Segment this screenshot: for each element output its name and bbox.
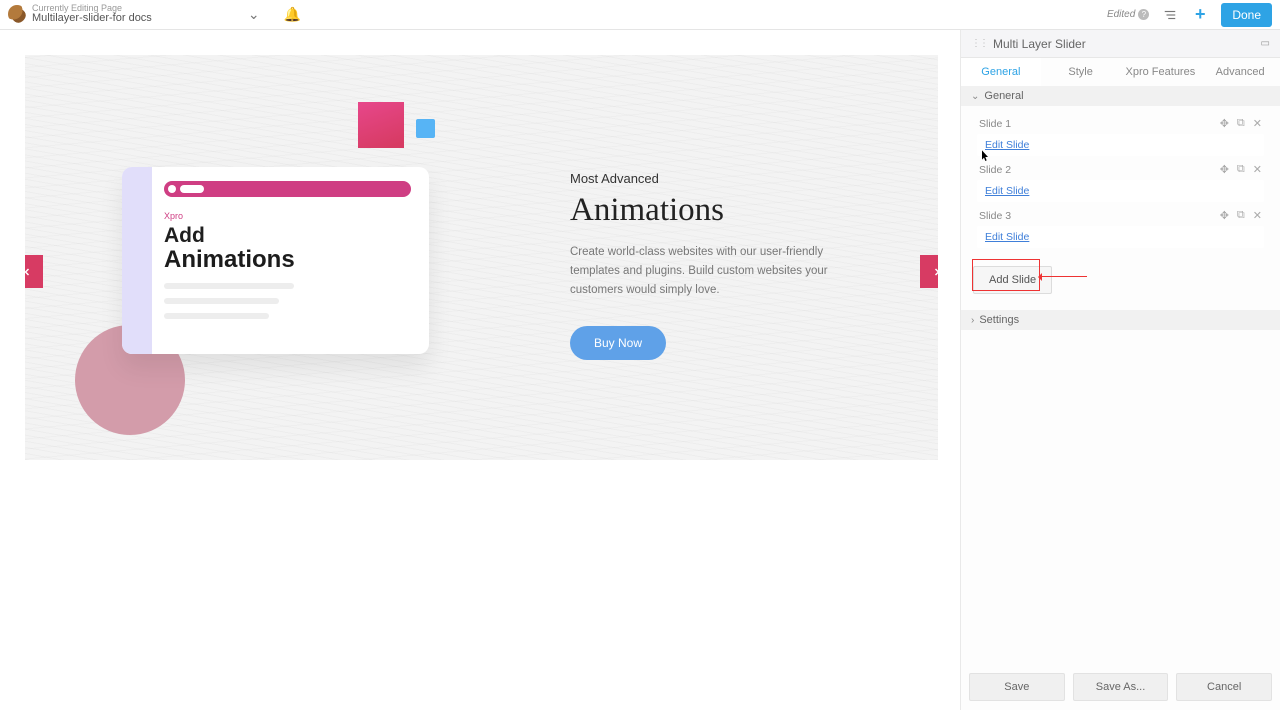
slider-next-button[interactable] — [920, 255, 938, 288]
slides-list: Slide 1 ✥ ⧉ ✕ Edit Slide Slide 2 ✥ ⧉ ✕ — [961, 106, 1280, 304]
topbar-right: Edited ? + Done — [1107, 3, 1272, 27]
decor-square-pink — [358, 102, 404, 148]
edit-slide-link[interactable]: Edit Slide — [977, 226, 1264, 248]
delete-icon[interactable]: ✕ — [1253, 209, 1262, 222]
delete-icon[interactable]: ✕ — [1253, 117, 1262, 130]
cta-button[interactable]: Buy Now — [570, 326, 666, 360]
settings-sidebar: ⋮⋮ Multi Layer Slider ▭ General Style Xp… — [960, 30, 1280, 710]
duplicate-icon[interactable]: ⧉ — [1237, 117, 1245, 130]
app-logo — [8, 5, 26, 23]
done-button[interactable]: Done — [1221, 3, 1272, 27]
slide-item-1: Slide 1 ✥ ⧉ ✕ Edit Slide — [977, 114, 1264, 156]
slide-text-block: Most Advanced Animations Create world-cl… — [570, 171, 870, 360]
page-title: Multilayer-slider-for docs — [32, 13, 152, 25]
card-bar — [164, 181, 411, 197]
canvas: Xpro Add Animations Most Advanced Animat… — [0, 30, 960, 710]
top-bar: Currently Editing Page Multilayer-slider… — [0, 0, 1280, 30]
move-icon[interactable]: ✥ — [1220, 163, 1229, 176]
section-settings[interactable]: › Settings — [961, 310, 1280, 330]
move-icon[interactable]: ✥ — [1220, 117, 1229, 130]
outline-icon[interactable] — [1161, 6, 1179, 24]
edited-status: Edited ? — [1107, 9, 1149, 20]
workspace: Xpro Add Animations Most Advanced Animat… — [0, 30, 1280, 710]
help-icon[interactable]: ? — [1138, 9, 1149, 20]
edit-slide-link[interactable]: Edit Slide — [977, 134, 1264, 156]
annotation-arrow — [1039, 276, 1087, 277]
maximize-icon[interactable]: ▭ — [1261, 38, 1270, 49]
panel-footer: Save Save As... Cancel — [961, 664, 1280, 710]
card-text-add: Add — [164, 224, 411, 248]
chevron-right-icon: › — [971, 315, 974, 326]
topbar-left: Currently Editing Page Multilayer-slider… — [8, 4, 301, 25]
card-placeholder-lines — [164, 283, 411, 319]
slider-preview[interactable]: Xpro Add Animations Most Advanced Animat… — [25, 55, 938, 460]
add-icon[interactable]: + — [1191, 6, 1209, 24]
panel-header[interactable]: ⋮⋮ Multi Layer Slider ▭ — [961, 30, 1280, 58]
panel-title: Multi Layer Slider — [993, 37, 1086, 51]
duplicate-icon[interactable]: ⧉ — [1237, 209, 1245, 222]
notification-icon[interactable]: 🔔 — [284, 6, 301, 23]
page-info: Currently Editing Page Multilayer-slider… — [32, 4, 152, 25]
save-button[interactable]: Save — [969, 673, 1065, 701]
duplicate-icon[interactable]: ⧉ — [1237, 163, 1245, 176]
slide-header[interactable]: Slide 2 ✥ ⧉ ✕ — [977, 160, 1264, 179]
overline: Most Advanced — [570, 171, 870, 186]
tab-advanced[interactable]: Advanced — [1200, 58, 1280, 86]
paragraph: Create world-class websites with our use… — [570, 243, 870, 300]
slide-item-2: Slide 2 ✥ ⧉ ✕ Edit Slide — [977, 160, 1264, 202]
decor-square-blue — [416, 119, 435, 138]
drag-handle-icon[interactable]: ⋮⋮ — [971, 38, 987, 49]
card-side — [122, 167, 152, 354]
save-as-button[interactable]: Save As... — [1073, 673, 1169, 701]
card-label: Xpro — [164, 211, 411, 221]
slide-header[interactable]: Slide 3 ✥ ⧉ ✕ — [977, 206, 1264, 225]
slide-item-3: Slide 3 ✥ ⧉ ✕ Edit Slide — [977, 206, 1264, 248]
section-general[interactable]: ⌄ General — [961, 86, 1280, 106]
panel-tabs: General Style Xpro Features Advanced — [961, 58, 1280, 86]
headline: Animations — [570, 192, 870, 229]
page-dropdown-icon[interactable]: ⌄ — [248, 6, 260, 23]
slider-prev-button[interactable] — [25, 255, 43, 288]
card-text-animations: Animations — [164, 246, 411, 274]
tab-xpro-features[interactable]: Xpro Features — [1121, 58, 1201, 86]
feature-card: Xpro Add Animations — [122, 167, 429, 354]
tab-style[interactable]: Style — [1041, 58, 1121, 86]
chevron-down-icon: ⌄ — [971, 91, 979, 102]
slide-header[interactable]: Slide 1 ✥ ⧉ ✕ — [977, 114, 1264, 133]
add-slide-wrap: Add Slide — [973, 266, 1274, 294]
tab-general[interactable]: General — [961, 58, 1041, 86]
delete-icon[interactable]: ✕ — [1253, 163, 1262, 176]
move-icon[interactable]: ✥ — [1220, 209, 1229, 222]
cancel-button[interactable]: Cancel — [1176, 673, 1272, 701]
edit-slide-link[interactable]: Edit Slide — [977, 180, 1264, 202]
card-body: Xpro Add Animations — [152, 167, 429, 354]
